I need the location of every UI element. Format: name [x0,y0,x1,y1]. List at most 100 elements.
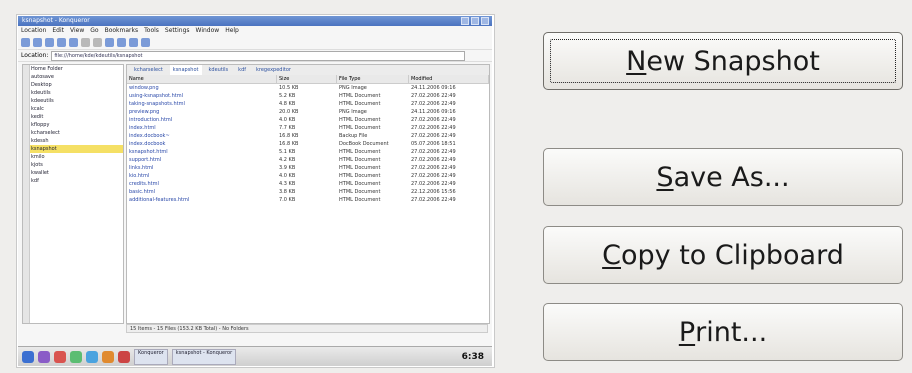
preview-menu-item: Tools [144,27,159,34]
tree-node: kedit [31,114,44,120]
taskbar-task: Konqueror [134,348,168,365]
file-name: index.html [129,125,156,131]
file-type: HTML Document [339,181,381,187]
preview-menu-item: Help [225,27,239,34]
file-type: HTML Document [339,125,381,131]
file-size: 16.8 KB [279,133,299,139]
preview-menu-item: Edit [52,27,65,34]
file-name: using-ksnapshot.html [129,93,183,99]
file-modified: 27.02.2006 22:49 [411,197,456,203]
file-type: DocBook Document [339,141,389,147]
preview-location-bar: Location: file:///home/kde/kdeutils/ksna… [18,50,492,62]
tree-node: kdessh [31,138,49,144]
file-rows: window.png 10.5 KB PNG Image 24.11.2006 09:… [127,84,489,204]
file-row: ksnapshot.html 5.1 KB HTML Document 27.02.2… [127,148,489,156]
zoom-in-icon [105,37,114,47]
file-name: index.docbook~ [129,133,170,139]
cut-icon [93,37,102,47]
tree-node: kfloppy [31,122,50,128]
new-snapshot-button[interactable]: New Snapshot [543,32,903,90]
file-type: HTML Document [339,165,381,171]
kmenu-icon [22,350,34,363]
file-row: additional-features.html 7.0 KB HTML Docum… [127,196,489,204]
file-row: introduction.html 4.0 KB HTML Document 27.0… [127,116,489,124]
kde-icon [38,350,50,363]
file-row: window.png 10.5 KB PNG Image 24.11.2006 09:… [127,84,489,92]
folder-tree: Home Folder autosave Desktop kdeutils kd… [22,64,124,324]
preview-tab-active: ksnapshot [169,65,202,75]
file-type: HTML Document [339,101,381,107]
file-modified: 24.11.2006 09:16 [411,109,456,115]
file-row: preview.png 20.0 KB PNG Image 24.11.2006 09… [127,108,489,116]
file-modified: 27.02.2006 22:49 [411,157,456,163]
copy-to-clipboard-button[interactable]: Copy to Clipboard [543,226,903,284]
file-size: 7.7 KB [279,125,296,131]
file-modified: 27.02.2006 22:49 [411,165,456,171]
print-button[interactable]: Print... [543,303,903,361]
file-name: introduction.html [129,117,173,123]
file-name: support.html [129,157,162,163]
file-type: Backup File [339,133,368,139]
preview-tab: kcharselect [134,67,163,73]
save-as-button[interactable]: Save As... [543,148,903,206]
preview-window-buttons [461,17,489,25]
preview-taskbar: Konqueror ksnapshot - Konqueror 6:38 [18,346,492,366]
save-as-mnemonic: S [656,161,674,193]
browser-icon [86,350,98,363]
column-header: Modified [409,75,489,83]
file-modified: 27.02.2006 22:49 [411,181,456,187]
file-size: 3.9 KB [279,165,296,171]
up-icon [45,37,54,47]
file-name: additional-features.html [129,197,190,203]
file-name: ksnapshot.html [129,149,168,155]
mail-icon [102,350,114,363]
file-row: credits.html 4.3 KB HTML Document 27.02.200… [127,180,489,188]
file-modified: 22.12.2006 15:56 [411,189,456,195]
file-size: 4.0 KB [279,117,296,123]
preview-titlebar: ksnapshot - Konqueror [18,16,492,26]
copy-to-clipboard-label: opy to Clipboard [620,239,844,271]
preview-statusbar: 15 Items - 15 Files (153.2 KB Total) - N… [126,324,488,333]
file-row: kio.html 4.0 KB HTML Document 27.02.2006 22… [127,172,489,180]
file-row: links.html 3.9 KB HTML Document 27.02.2006 … [127,164,489,172]
home-icon [57,37,66,47]
tree-node: Desktop [31,82,52,88]
taskbar-task: ksnapshot - Konqueror [171,348,237,365]
preview-tab: kdf [238,67,247,73]
tree-node: kwallet [31,170,49,176]
close-icon [481,17,489,25]
preview-menu-item: Bookmarks [104,27,139,34]
minimize-icon [461,17,469,25]
location-field: file:///home/kde/kdeutils/ksnapshot [51,50,466,61]
tree-node: autosave [31,74,54,80]
file-size: 20.0 KB [279,109,299,115]
file-row: basic.html 3.8 KB HTML Document 22.12.2006 … [127,188,489,196]
file-type: HTML Document [339,189,381,195]
home-folder-icon [54,350,66,363]
file-size: 3.8 KB [279,189,296,195]
file-modified: 27.02.2006 22:49 [411,125,456,131]
preview-window: ksnapshot - Konqueror Location Edit View… [18,16,492,346]
file-list: kcharselect ksnapshot kdeutils kdf krege… [126,64,490,324]
file-name: kio.html [129,173,150,179]
stop-icon [81,37,90,47]
file-size: 4.8 KB [279,101,296,107]
file-modified: 27.02.2006 22:49 [411,173,456,179]
print-mnemonic: P [678,316,696,348]
file-row: using-ksnapshot.html 5.2 KB HTML Document 2… [127,92,489,100]
file-modified: 27.02.2006 22:49 [411,133,456,139]
preview-tab: kregexpeditor [256,67,291,73]
file-type: PNG Image [339,109,367,115]
file-name: taking-snapshots.html [129,101,185,107]
copy-to-clipboard-mnemonic: C [602,239,621,271]
preview-menu-item: Window [195,27,220,34]
file-row: index.docbook~ 16.8 KB Backup File 27.02.20… [127,132,489,140]
maximize-icon [471,17,479,25]
file-name: links.html [129,165,154,171]
preview-window-title: ksnapshot - Konqueror [22,17,90,24]
file-modified: 27.02.2006 22:49 [411,93,456,99]
new-snapshot-mnemonic: N [626,45,647,77]
file-modified: 27.02.2006 22:49 [411,149,456,155]
file-type: PNG Image [339,85,367,91]
help-icon [118,350,130,363]
